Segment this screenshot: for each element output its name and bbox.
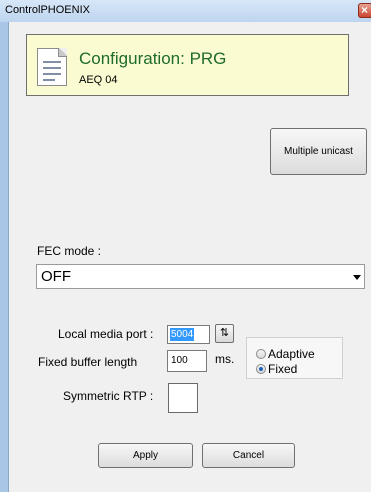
symmetric-rtp-label: Symmetric RTP : xyxy=(63,389,154,403)
config-subtitle: AEQ 04 xyxy=(79,74,118,86)
symmetric-rtp-checkbox[interactable] xyxy=(168,383,198,413)
radio-adaptive[interactable]: Adaptive xyxy=(256,346,315,361)
local-media-port-label: Local media port : xyxy=(58,327,154,341)
buffer-unit-label: ms. xyxy=(215,352,235,366)
fixed-buffer-length-input[interactable]: 100 xyxy=(167,350,207,372)
radio-checked-icon xyxy=(256,363,266,374)
fixed-buffer-length-label: Fixed buffer length xyxy=(38,355,138,369)
apply-button[interactable]: Apply xyxy=(98,443,193,468)
title-bar: ControlPHOENIX × xyxy=(0,0,371,22)
radio-fixed-label: Fixed xyxy=(268,361,298,376)
fec-mode-label: FEC mode : xyxy=(37,244,102,258)
fixed-buffer-length-value: 100 xyxy=(171,355,188,366)
radio-adaptive-label: Adaptive xyxy=(268,346,315,361)
fec-mode-value: OFF xyxy=(41,268,71,285)
local-media-port-value: 5004 xyxy=(170,328,195,341)
local-media-port-input[interactable]: 5004 xyxy=(167,325,210,344)
cancel-button[interactable]: Cancel xyxy=(202,443,295,468)
radio-icon xyxy=(256,348,266,359)
spin-icon[interactable]: ⇅ xyxy=(215,324,234,343)
fec-mode-select[interactable]: OFF xyxy=(36,264,365,289)
radio-fixed[interactable]: Fixed xyxy=(256,361,298,376)
config-header-panel: Configuration: PRG AEQ 04 xyxy=(26,34,349,96)
config-title: Configuration: PRG xyxy=(79,49,227,68)
buffer-mode-group: Adaptive Fixed xyxy=(246,337,343,379)
document-icon xyxy=(37,48,67,86)
window-title: ControlPHOENIX xyxy=(5,4,90,16)
close-button[interactable]: × xyxy=(358,3,371,18)
close-icon: × xyxy=(361,3,369,17)
multiple-unicast-button[interactable]: Multiple unicast xyxy=(270,128,367,175)
chevron-down-icon xyxy=(353,275,361,280)
